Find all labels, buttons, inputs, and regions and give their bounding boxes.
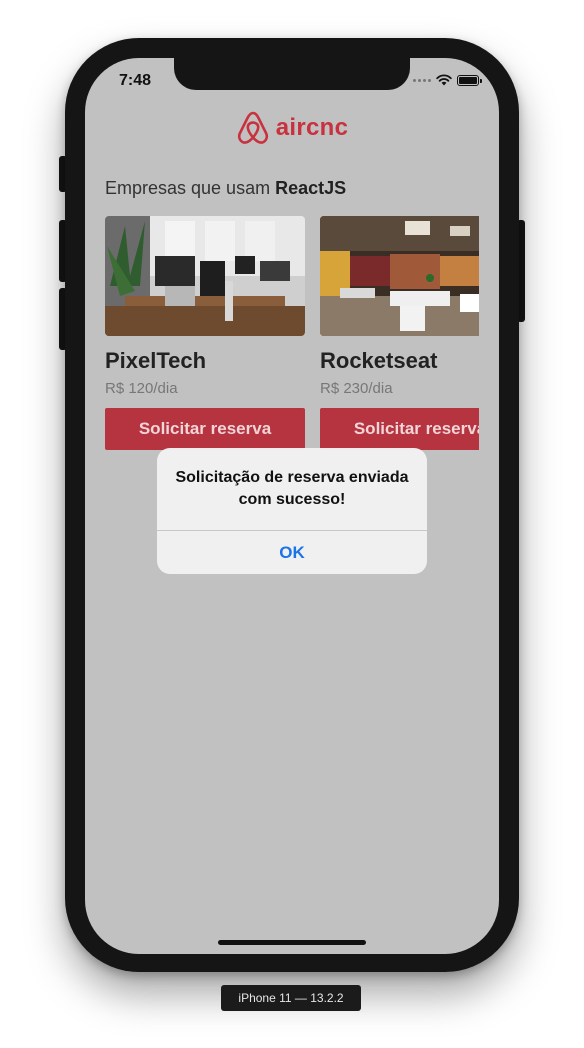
status-icons [413, 74, 482, 86]
spot-price: R$ 120/dia [105, 380, 178, 397]
spot-price: R$ 230/dia [320, 380, 393, 397]
simulator-device-label: iPhone 11 — 13.2.2 [221, 985, 361, 1011]
wifi-icon [436, 74, 452, 86]
request-reservation-button[interactable]: Solicitar reserva [105, 408, 305, 450]
airbnb-belo-icon [237, 111, 268, 144]
notch [174, 58, 410, 90]
alert-message: Solicitação de reserva enviada com suces… [175, 469, 409, 508]
spots-carousel[interactable]: PixelTech R$ 120/dia Solicitar reserva R… [105, 216, 479, 456]
signal-dots-icon [413, 78, 431, 82]
spot-card: PixelTech R$ 120/dia Solicitar reserva [105, 216, 305, 456]
section-title-prefix: Empresas que usam [105, 178, 271, 198]
logo-text: aircnc [275, 114, 349, 141]
battery-icon [457, 74, 482, 86]
spot-thumbnail [105, 216, 305, 336]
alert-ok-button[interactable]: OK [157, 531, 427, 574]
status-time: 7:48 [119, 72, 152, 89]
success-alert: Solicitação de reserva enviada com suces… [157, 448, 427, 574]
simulator-stage: 7:48 aircnc Empresas que usam ReactJS Pi… [0, 0, 584, 1048]
app-logo: aircnc [85, 110, 499, 146]
spot-name: Rocketseat [320, 348, 438, 373]
spot-name: PixelTech [105, 348, 207, 373]
phone-screen: 7:48 aircnc Empresas que usam ReactJS Pi… [85, 58, 499, 954]
spot-thumbnail [320, 216, 479, 336]
spot-card: Rocketseat R$ 230/dia Solicitar reserva [320, 216, 479, 456]
section-title: Empresas que usam ReactJS [105, 178, 346, 199]
section-title-tech: ReactJS [275, 178, 347, 198]
request-reservation-button[interactable]: Solicitar reserva [320, 408, 479, 450]
home-indicator[interactable] [218, 940, 366, 945]
